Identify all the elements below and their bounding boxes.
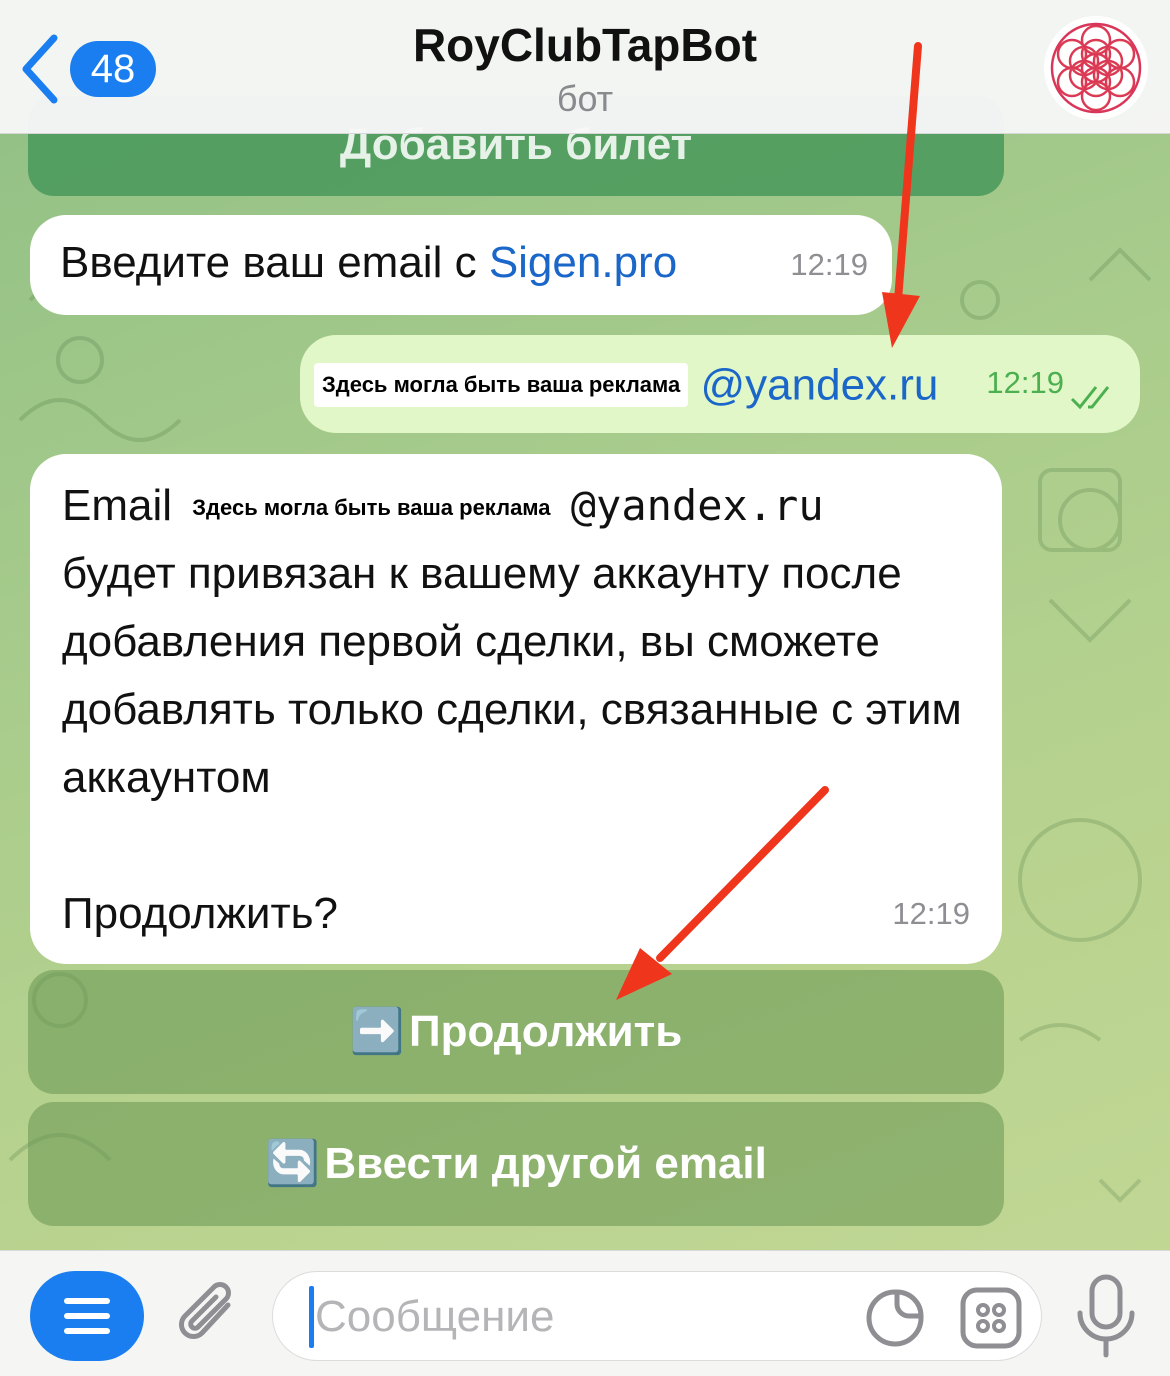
chat-area: Добавить билет Введите ваш email с Sigen…	[0, 0, 1170, 1250]
flower-of-life-logo	[1046, 18, 1146, 118]
message-time: 12:19	[892, 896, 970, 931]
refresh-icon: 🔄	[265, 1139, 320, 1188]
change-email-button[interactable]: 🔄 Ввести другой email	[28, 1102, 1004, 1226]
chat-title[interactable]: RoyClubTapBot	[0, 18, 1170, 72]
message-field[interactable]	[272, 1271, 1042, 1361]
continue-label: Продолжить	[408, 1007, 683, 1056]
microphone-icon[interactable]	[1070, 1273, 1142, 1359]
email-prefix: Email	[62, 481, 173, 530]
message-time: 12:19	[986, 365, 1064, 400]
text-cursor	[309, 1286, 314, 1348]
paperclip-icon[interactable]	[170, 1275, 250, 1355]
sigen-link[interactable]: Sigen.pro	[489, 238, 677, 287]
incoming-message: Введите ваш email с Sigen.pro 12:19	[30, 215, 892, 315]
sticker-icon[interactable]	[863, 1286, 927, 1350]
message-time: 12:19	[790, 247, 868, 282]
email-domain-link[interactable]: @yandex.ru	[701, 360, 939, 409]
message-text: Введите ваш email с	[60, 238, 489, 287]
chat-header: 48 RoyClubTapBot бот	[0, 0, 1170, 134]
message-body: будет привязан к вашему аккаунту после д…	[62, 549, 962, 802]
double-check-icon	[1070, 386, 1110, 410]
emoji-grid-icon[interactable]	[959, 1286, 1023, 1350]
menu-icon	[64, 1298, 110, 1334]
message-input[interactable]	[315, 1280, 835, 1354]
continue-button[interactable]: ➡️ Продолжить	[28, 970, 1004, 1094]
bot-avatar[interactable]	[1044, 16, 1148, 120]
arrow-right-icon: ➡️	[349, 1007, 405, 1056]
chat-subtitle: бот	[556, 78, 614, 119]
change-email-label: Ввести другой email	[324, 1139, 767, 1188]
email-mono: @yandex.ru	[570, 481, 824, 530]
incoming-message-confirm: Email Здесь могла быть ваша реклама @yan…	[30, 454, 1002, 964]
bot-menu-button[interactable]	[30, 1271, 144, 1361]
message-question: Продолжить?	[62, 889, 339, 938]
ad-overlay-label: Здесь могла быть ваша реклама	[314, 363, 689, 408]
message-input-bar	[0, 1250, 1170, 1376]
outgoing-message: Здесь могла быть ваша реклама @yandex.ru…	[300, 335, 1140, 433]
ad-overlay-label: Здесь могла быть ваша реклама	[184, 486, 559, 531]
